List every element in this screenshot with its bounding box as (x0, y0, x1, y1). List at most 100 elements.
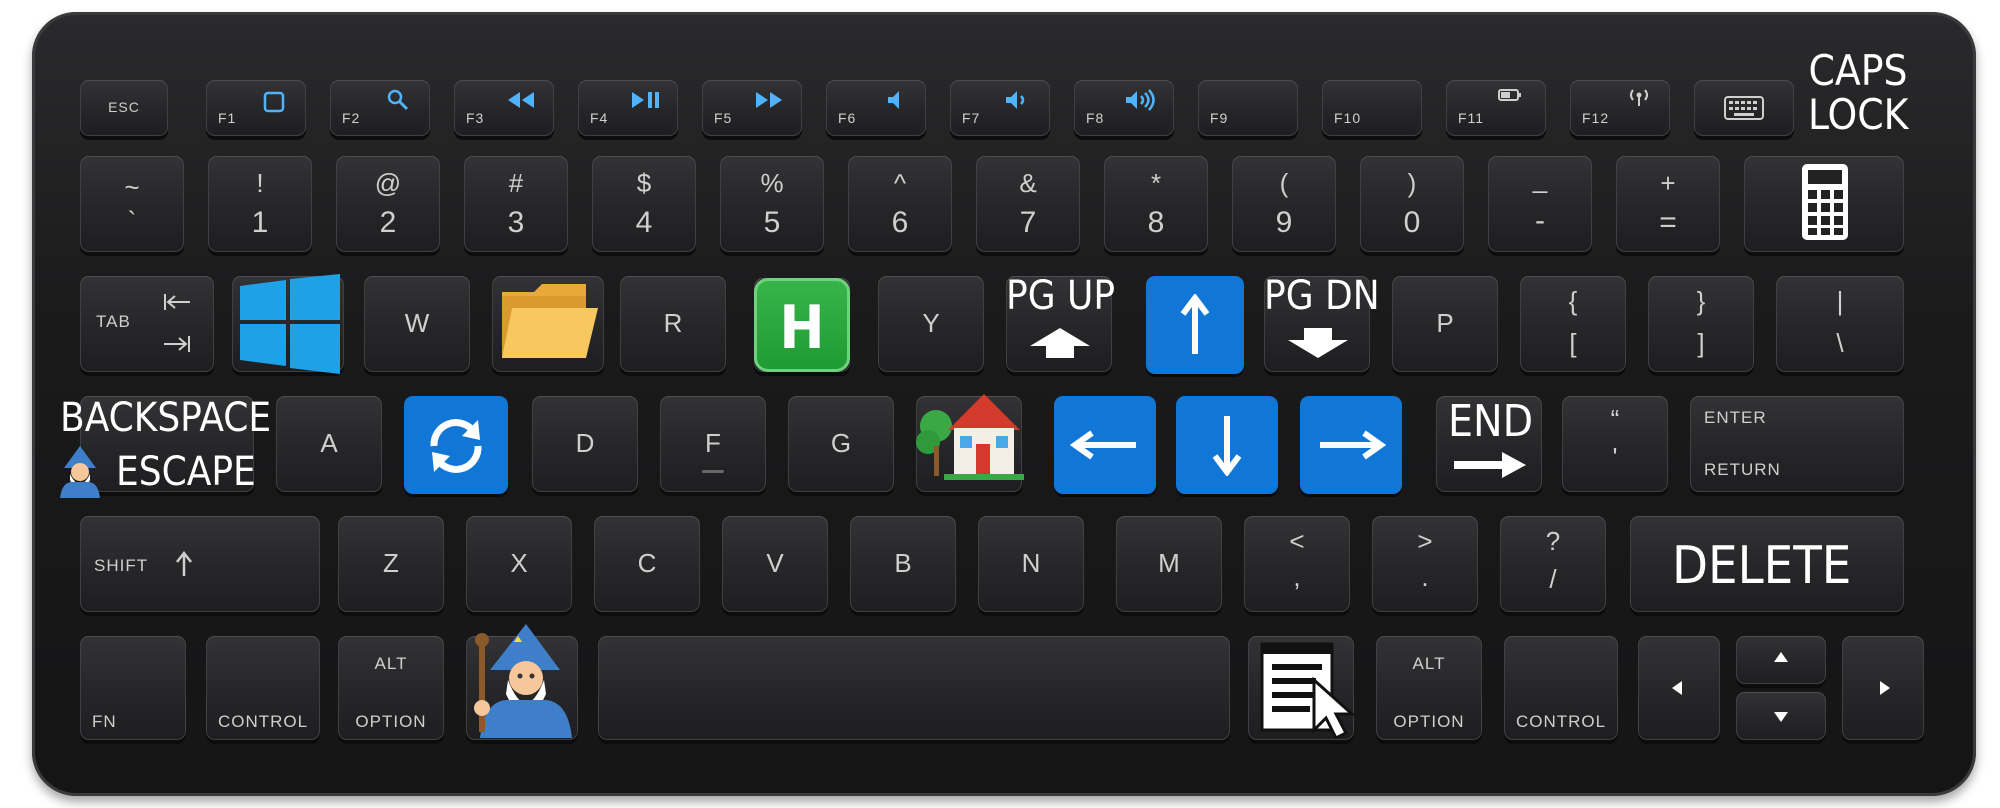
f10-key[interactable]: F10 (1322, 80, 1422, 136)
f12-key[interactable]: F12 (1570, 80, 1670, 136)
key-d[interactable]: D (532, 396, 638, 492)
arrow-down-key[interactable] (1176, 396, 1278, 494)
fn-key[interactable]: FN (80, 636, 186, 740)
period-key[interactable]: > . (1372, 516, 1478, 612)
key-3[interactable]: # 3 (464, 156, 568, 252)
arrow-up-key[interactable] (1146, 276, 1244, 374)
key-f[interactable]: F (660, 396, 766, 492)
wizard-key[interactable] (466, 624, 578, 740)
calculator-key[interactable] (1744, 156, 1904, 252)
key-x-label: X (510, 548, 528, 578)
volume-up-icon (1126, 89, 1155, 111)
home-key[interactable] (916, 394, 1024, 492)
option-left-key[interactable]: ALT OPTION (338, 636, 444, 740)
key-bottom-char: ' (1612, 442, 1618, 472)
search-icon (387, 89, 409, 111)
volume-down-icon (1006, 91, 1025, 109)
control-right-key[interactable]: CONTROL (1504, 636, 1618, 740)
f11-key[interactable]: F11 (1446, 80, 1546, 136)
lock-overlay-line: LOCK (1808, 90, 1909, 139)
arrow-left-key[interactable] (1054, 396, 1156, 494)
key-1[interactable]: ! 1 (208, 156, 312, 252)
option-right-key[interactable]: ALT OPTION (1376, 636, 1482, 740)
key-2[interactable]: @ 2 (336, 156, 440, 252)
page-up-key[interactable]: PG UP (1006, 276, 1115, 372)
small-arrow-left-key[interactable] (1638, 636, 1720, 740)
key-x[interactable]: X (466, 516, 572, 612)
key-m[interactable]: M (1116, 516, 1222, 612)
key-w[interactable]: W (364, 276, 470, 372)
small-arrow-up-key[interactable] (1736, 636, 1826, 684)
key-b[interactable]: B (850, 516, 956, 612)
quote-key[interactable]: “ ' (1562, 396, 1668, 492)
f9-label: F9 (1210, 110, 1229, 126)
small-arrow-right-key[interactable] (1842, 636, 1924, 740)
shift-arrow-icon (176, 550, 192, 576)
minus-key[interactable]: _ - (1488, 156, 1592, 252)
key-g-label: G (830, 428, 852, 458)
small-arrow-down-key[interactable] (1736, 692, 1826, 740)
key-z[interactable]: Z (338, 516, 444, 612)
backspace-escape-key[interactable]: BACKSPACE ESCAPE (60, 396, 271, 498)
folder-key[interactable] (492, 276, 604, 372)
f5-key[interactable]: F5 (702, 80, 802, 136)
arrow-right-key[interactable] (1300, 396, 1402, 494)
key-top-char: % (760, 168, 784, 198)
key-m-label: M (1158, 548, 1180, 578)
volume-mute-icon (888, 91, 899, 109)
return-label: RETURN (1704, 460, 1781, 479)
key-6[interactable]: ^ 6 (848, 156, 952, 252)
backslash-key[interactable]: | \ (1776, 276, 1904, 372)
end-key[interactable]: END (1436, 396, 1542, 492)
esc-key[interactable]: ESC (80, 80, 168, 136)
key-d-label: D (575, 428, 595, 458)
key-bottom-char: , (1293, 562, 1301, 592)
f6-key[interactable]: F6 (826, 80, 926, 136)
key-v[interactable]: V (722, 516, 828, 612)
control-label: CONTROL (217, 712, 309, 731)
key-n[interactable]: N (978, 516, 1084, 612)
context-menu-key[interactable] (1248, 636, 1356, 740)
right-bracket-key[interactable]: } ] (1648, 276, 1754, 372)
key-r[interactable]: R (620, 276, 726, 372)
f8-key[interactable]: F8 (1074, 80, 1174, 136)
key-5[interactable]: % 5 (720, 156, 824, 252)
keyboard-toggle-key[interactable] (1694, 80, 1794, 136)
h-app-key[interactable]: H (754, 278, 850, 372)
key-7[interactable]: & 7 (976, 156, 1080, 252)
tab-key[interactable]: TAB (80, 276, 214, 372)
key-a[interactable]: A (276, 396, 382, 492)
f1-key[interactable]: F1 (206, 80, 306, 136)
f3-key[interactable]: F3 (454, 80, 554, 136)
calculator-icon (1802, 164, 1848, 240)
key-4[interactable]: $ 4 (592, 156, 696, 252)
key-p-label: P (1436, 308, 1454, 338)
shift-key[interactable]: SHIFT (80, 516, 320, 612)
key-y[interactable]: Y (878, 276, 984, 372)
page-down-key[interactable]: PG DN (1264, 276, 1380, 372)
refresh-key[interactable] (404, 396, 508, 494)
comma-key[interactable]: < , (1244, 516, 1350, 612)
key-bottom-char: = (1659, 206, 1677, 239)
key-c[interactable]: C (594, 516, 700, 612)
key-g[interactable]: G (788, 396, 894, 492)
f2-key[interactable]: F2 (330, 80, 430, 136)
key-bottom-char: . (1421, 562, 1429, 592)
f7-key[interactable]: F7 (950, 80, 1050, 136)
key-0[interactable]: ) 0 (1360, 156, 1464, 252)
key-8[interactable]: * 8 (1104, 156, 1208, 252)
key-p[interactable]: P (1392, 276, 1498, 372)
key-9[interactable]: ( 9 (1232, 156, 1336, 252)
f4-key[interactable]: F4 (578, 80, 678, 136)
f9-key[interactable]: F9 (1198, 80, 1298, 136)
control-left-key[interactable]: CONTROL (206, 636, 320, 740)
spacebar[interactable] (598, 636, 1230, 740)
backtick-key[interactable]: ~ ` (80, 156, 184, 252)
windows-key[interactable] (232, 274, 344, 374)
equals-key[interactable]: + = (1616, 156, 1720, 252)
enter-key[interactable]: ENTER RETURN (1690, 396, 1904, 492)
left-bracket-key[interactable]: { [ (1520, 276, 1626, 372)
small-up-arrow-icon (1774, 652, 1788, 662)
delete-key[interactable]: DELETE (1630, 516, 1904, 612)
slash-key[interactable]: ? / (1500, 516, 1606, 612)
